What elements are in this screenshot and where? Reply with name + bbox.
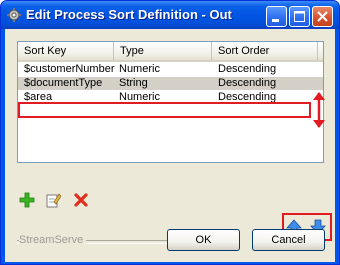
cell-sort-key: $customerNumber [24,63,115,75]
brand-label: StreamServe [19,234,87,246]
column-header-sort-key[interactable]: Sort Key [18,42,114,60]
minimize-icon [272,19,279,22]
settings-icon [7,8,21,22]
minimize-button[interactable] [266,6,287,27]
selection-highlight-box [18,102,311,118]
ok-button[interactable]: OK [167,229,240,251]
list-header: Sort Key Type Sort Order [18,42,323,62]
cancel-button[interactable]: Cancel [252,229,325,251]
title-bar[interactable]: Edit Process Sort Definition - Out [1,1,339,29]
list-item-selected[interactable]: $documentType String Descending [18,77,323,90]
cell-sort-key: $documentType [24,77,103,89]
cell-sort-order: Descending [218,63,277,75]
maximize-button[interactable] [289,6,310,27]
reorder-arrow-icon [313,92,325,128]
close-button[interactable] [312,6,333,27]
close-icon [317,11,328,22]
list-item[interactable]: $customerNumber Numeric Descending [18,63,323,76]
cell-type: Numeric [119,63,160,75]
column-header-type[interactable]: Type [114,42,212,60]
column-header-sort-order[interactable]: Sort Order [212,42,318,60]
maximize-icon [294,11,305,22]
dialog-window: Edit Process Sort Definition - Out Sort … [0,0,340,265]
edit-icon[interactable] [45,192,61,208]
cell-sort-order: Descending [218,77,277,89]
cell-type: String [119,77,148,89]
window-title: Edit Process Sort Definition - Out [26,7,232,22]
dialog-body: Sort Key Type Sort Order $customerNumber… [5,29,335,262]
delete-icon[interactable] [73,192,89,208]
add-icon[interactable] [19,192,35,208]
